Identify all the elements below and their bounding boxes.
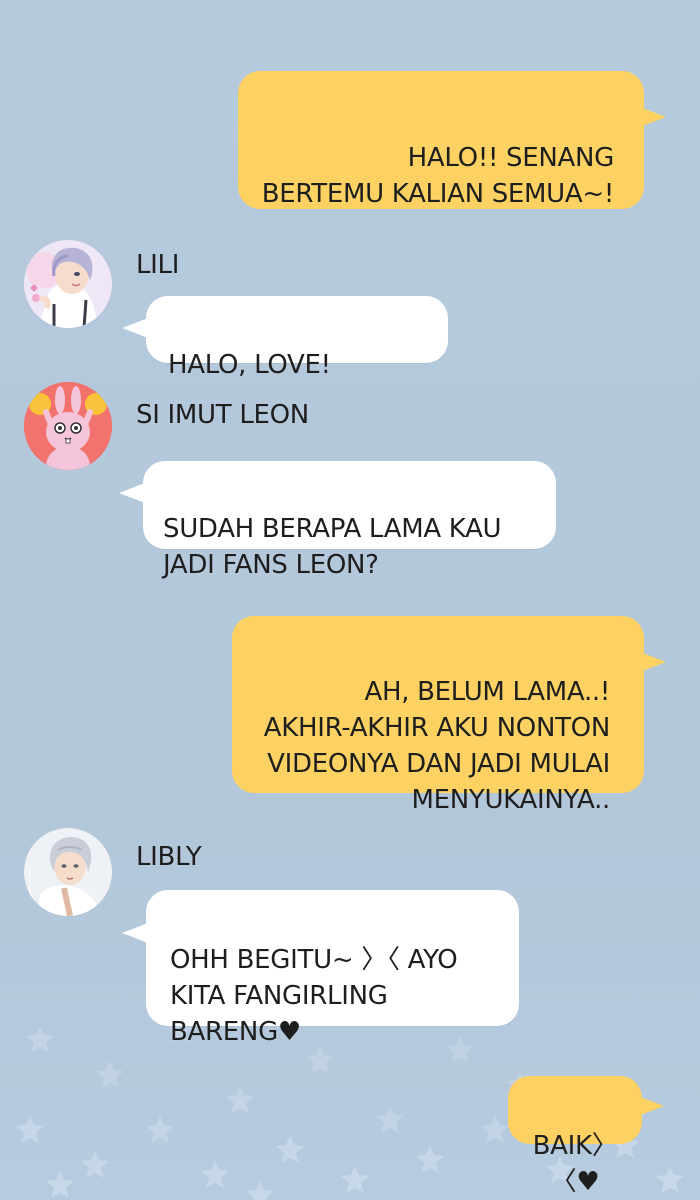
message-text: OHH BEGITU~ 〉〈 AYO KITA FANGIRLING BAREN…: [170, 945, 458, 1047]
bubble-tail: [638, 1096, 664, 1116]
outgoing-message[interactable]: AH, BELUM LAMA..! AKHIR-AKHIR AKU NONTON…: [232, 616, 666, 815]
bubble-tail: [640, 107, 666, 127]
bubble-tail: [119, 483, 145, 503]
bubble-tail: [122, 923, 148, 943]
avatar-leon[interactable]: [24, 382, 112, 470]
sender-name: LILI: [136, 250, 180, 280]
message-text: HALO, LOVE!: [168, 350, 331, 380]
bubble-tail: [640, 652, 666, 672]
sender-name: LIBLY: [136, 842, 202, 872]
avatar-lili[interactable]: [24, 240, 112, 328]
avatar-libly[interactable]: [24, 828, 112, 916]
anime-boy-purple-hair-avatar-icon: [24, 240, 112, 328]
message-text: SUDAH BERAPA LAMA KAU JADI FANS LEON?: [163, 514, 502, 580]
message-text: AH, BELUM LAMA..! AKHIR-AKHIR AKU NONTON…: [263, 677, 611, 815]
incoming-message[interactable]: SUDAH BERAPA LAMA KAU JADI FANS LEON?: [119, 461, 556, 580]
bubble-tail: [122, 318, 148, 338]
message-text: BAIK〉〈♥: [532, 1131, 618, 1197]
sender-name: SI IMUT LEON: [136, 400, 309, 430]
message-text: HALO!! SENANG BERTEMU KALIAN SEMUA~!: [261, 143, 615, 209]
pink-bunny-cheerleader-avatar-icon: [24, 382, 112, 470]
incoming-message[interactable]: OHH BEGITU~ 〉〈 AYO KITA FANGIRLING BAREN…: [122, 890, 519, 1047]
anime-boy-silver-hair-avatar-icon: [24, 828, 112, 916]
outgoing-message[interactable]: HALO!! SENANG BERTEMU KALIAN SEMUA~!: [238, 71, 666, 209]
outgoing-message[interactable]: BAIK〉〈♥: [508, 1076, 664, 1197]
incoming-message[interactable]: HALO, LOVE!: [122, 296, 448, 380]
chat-area[interactable]: HALO!! SENANG BERTEMU KALIAN SEMUA~! LIL…: [0, 0, 700, 1200]
